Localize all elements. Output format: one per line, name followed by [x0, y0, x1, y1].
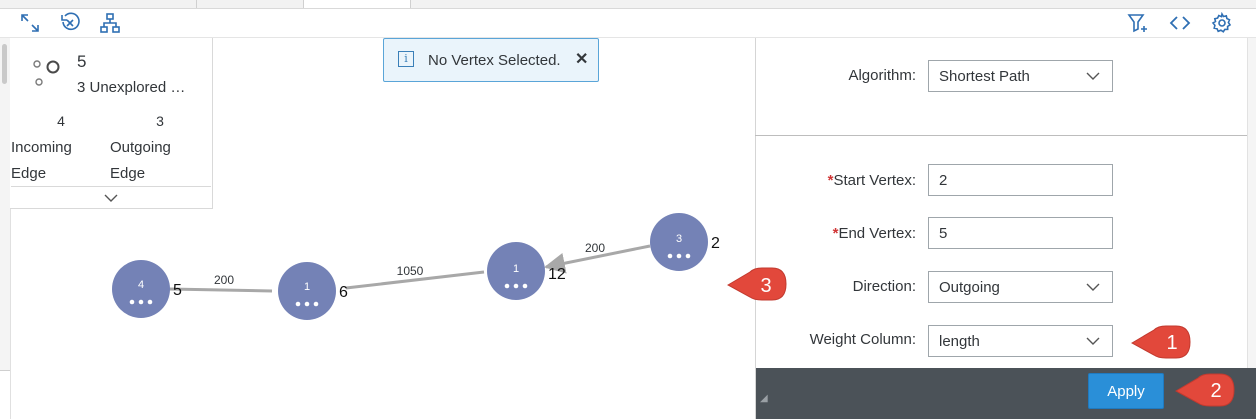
start-vertex-value: 2: [939, 171, 948, 189]
algorithm-select[interactable]: Shortest Path: [928, 60, 1113, 92]
direction-select[interactable]: Outgoing: [928, 271, 1113, 303]
info-icon: i: [398, 51, 414, 67]
callout-marker: 1: [1130, 325, 1191, 359]
settings-icon[interactable]: [1210, 11, 1234, 35]
graph-toolbar: [0, 9, 1256, 38]
vertex-label: 2: [711, 235, 720, 252]
vertex-badge: 4: [138, 279, 144, 291]
tab-divider: [196, 0, 197, 8]
filter-add-icon[interactable]: [1126, 11, 1150, 35]
left-scrollbar[interactable]: [2, 44, 7, 84]
clear-icon[interactable]: [58, 11, 82, 35]
algorithm-value: Shortest Path: [939, 67, 1030, 85]
chevron-down-icon: [1086, 72, 1100, 80]
callout-number: 2: [1210, 380, 1221, 402]
tab-strip: [0, 0, 1256, 9]
graph-canvas[interactable]: 200 1050 200 4 5 1 6 1 12 3 2: [10, 200, 750, 340]
weight-column-value: length: [939, 332, 980, 350]
right-scrollbar[interactable]: [1247, 38, 1256, 368]
fullscreen-icon[interactable]: [18, 11, 42, 35]
vertex-badge: 1: [304, 281, 310, 293]
info-toast: i No Vertex Selected. ✕: [383, 38, 599, 82]
resize-grip-icon[interactable]: ◢: [760, 393, 768, 404]
vertex-badge: 3: [676, 233, 682, 245]
incoming-edge-sublabel: Edge: [11, 165, 47, 182]
outgoing-edge-label: Outgoing: [110, 139, 171, 156]
outgoing-edge-sublabel: Edge: [110, 165, 146, 182]
end-vertex-value: 5: [939, 224, 948, 242]
end-vertex-label: *End Vertex:: [766, 225, 916, 242]
active-tab[interactable]: [303, 0, 411, 8]
apply-button[interactable]: Apply: [1088, 373, 1164, 409]
start-vertex-label-text: Start Vertex:: [833, 172, 916, 189]
callout-number: 1: [1166, 332, 1177, 354]
direction-value: Outgoing: [939, 278, 1000, 296]
left-panel-footer: [0, 370, 10, 420]
algorithm-label: Algorithm:: [848, 67, 916, 84]
chevron-down-icon: [1086, 283, 1100, 291]
edge-weight-label: 200: [585, 241, 605, 255]
start-vertex-input[interactable]: 2: [928, 164, 1113, 196]
callout-number: 3: [760, 275, 771, 297]
graph-vertex[interactable]: 1 12: [487, 242, 566, 300]
edge-weight-label: 1050: [397, 264, 424, 278]
toast-message: No Vertex Selected.: [428, 52, 561, 69]
close-icon[interactable]: ✕: [575, 49, 588, 69]
end-vertex-label-text: End Vertex:: [838, 225, 916, 242]
vertex-label: 12: [548, 266, 566, 283]
vertex-cluster-icon: [33, 60, 60, 86]
chevron-down-icon: [1086, 337, 1100, 345]
weight-column-label: Weight Column:: [809, 331, 916, 348]
incoming-edge-label: Incoming: [11, 139, 72, 156]
edge-weight-label: 200: [214, 273, 234, 287]
callout-marker: 2: [1174, 373, 1235, 407]
end-vertex-input[interactable]: 5: [928, 217, 1113, 249]
callout-marker: 3: [726, 267, 787, 301]
incoming-edge-count: 4: [57, 113, 65, 129]
unexplored-count: 3 Unexplored …: [77, 79, 186, 96]
code-icon[interactable]: [1168, 11, 1192, 35]
graph-vertex[interactable]: 1 6: [278, 262, 348, 320]
vertex-label: 5: [173, 282, 182, 299]
vertex-count: 5: [77, 52, 87, 71]
weight-column-select[interactable]: length: [928, 325, 1113, 357]
panel-divider: [755, 135, 1247, 136]
hierarchy-icon[interactable]: [98, 11, 122, 35]
graph-vertex[interactable]: 3 2: [650, 213, 720, 271]
vertex-badge: 1: [513, 263, 519, 275]
vertex-label: 6: [339, 284, 348, 301]
outgoing-edge-count: 3: [156, 113, 164, 129]
start-vertex-label: *Start Vertex:: [766, 172, 916, 189]
graph-edge[interactable]: [168, 287, 273, 293]
